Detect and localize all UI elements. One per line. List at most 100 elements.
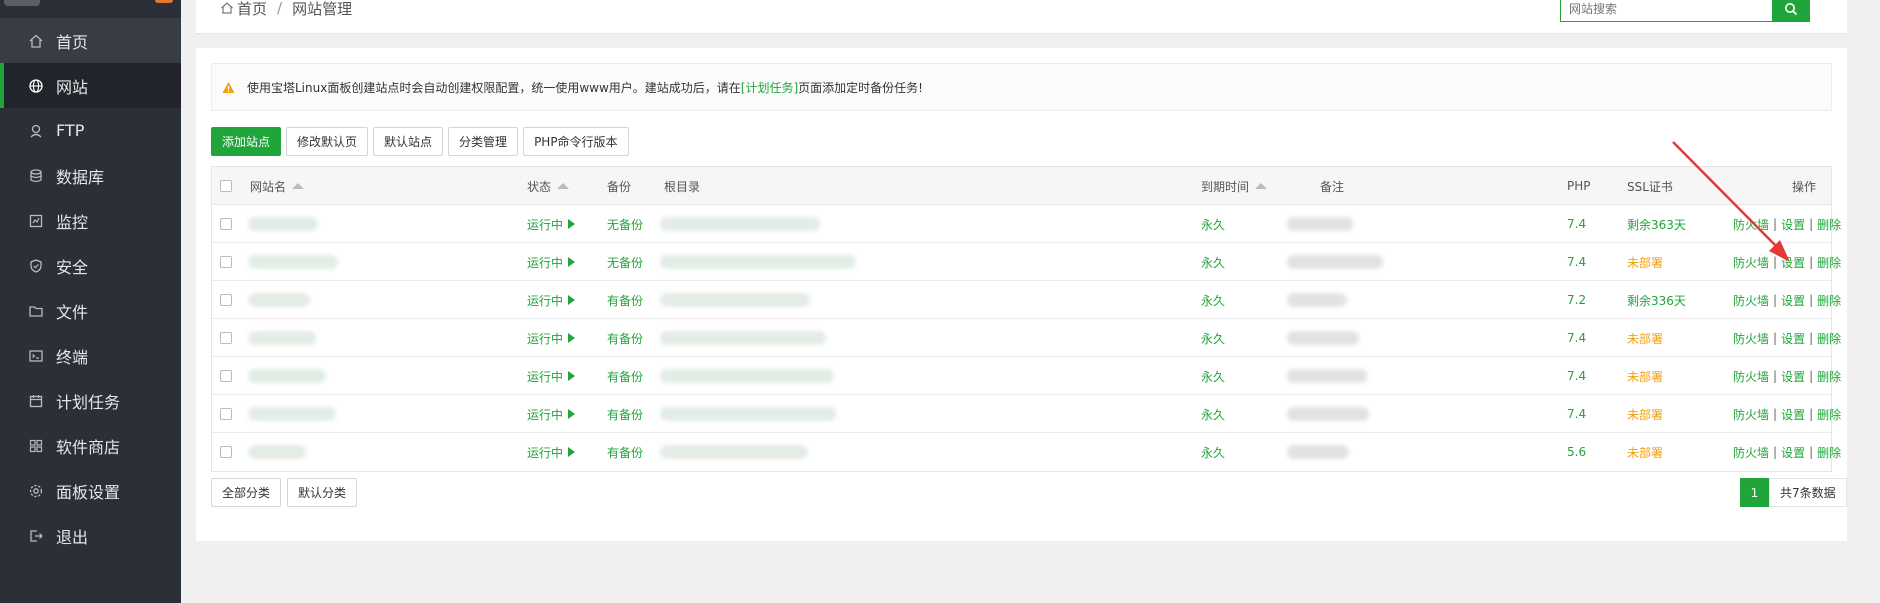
ssl-status[interactable]: 剩余336天	[1627, 281, 1686, 319]
site-name-redacted[interactable]	[248, 293, 310, 307]
php-cli-version-button[interactable]: PHP命令行版本	[523, 127, 629, 156]
add-site-button[interactable]: 添加站点	[211, 127, 282, 156]
delete-link[interactable]: 删除	[1817, 368, 1841, 385]
sidebar-item-settings[interactable]: 面板设置	[0, 468, 181, 513]
search-button[interactable]	[1772, 0, 1810, 22]
expire-date[interactable]: 永久	[1201, 395, 1225, 433]
default-site-button[interactable]: 默认站点	[373, 127, 444, 156]
ssl-status[interactable]: 剩余363天	[1627, 205, 1686, 243]
firewall-link[interactable]: 防火墙	[1733, 292, 1769, 309]
sidebar-item-cron[interactable]: 计划任务	[0, 378, 181, 423]
root-dir-redacted[interactable]	[660, 407, 836, 421]
row-checkbox[interactable]	[220, 408, 232, 420]
settings-link[interactable]: 设置	[1781, 254, 1805, 271]
settings-link[interactable]: 设置	[1781, 444, 1805, 461]
breadcrumb-home[interactable]: 首页	[237, 0, 267, 19]
col-status[interactable]: 状态	[527, 167, 570, 205]
status-running[interactable]: 运行中	[527, 281, 576, 319]
sidebar-item-security[interactable]: 安全	[0, 243, 181, 288]
expire-date[interactable]: 永久	[1201, 243, 1225, 281]
php-version[interactable]: 7.4	[1567, 243, 1586, 281]
expire-date[interactable]: 永久	[1201, 319, 1225, 357]
firewall-link[interactable]: 防火墙	[1733, 254, 1769, 271]
sidebar-item-ftp[interactable]: FTP	[0, 108, 181, 153]
sidebar-item-home[interactable]: 首页	[0, 18, 181, 63]
root-dir-redacted[interactable]	[660, 369, 834, 383]
ssl-status[interactable]: 未部署	[1627, 433, 1663, 471]
php-version[interactable]: 5.6	[1567, 433, 1586, 471]
site-name-redacted[interactable]	[248, 255, 338, 269]
sidebar-item-files[interactable]: 文件	[0, 288, 181, 333]
site-name-redacted[interactable]	[248, 369, 326, 383]
settings-link[interactable]: 设置	[1781, 292, 1805, 309]
ssl-status[interactable]: 未部署	[1627, 395, 1663, 433]
firewall-link[interactable]: 防火墙	[1733, 406, 1769, 423]
php-version[interactable]: 7.4	[1567, 357, 1586, 395]
delete-link[interactable]: 删除	[1817, 216, 1841, 233]
delete-link[interactable]: 删除	[1817, 254, 1841, 271]
sidebar-item-website[interactable]: 网站	[0, 63, 181, 108]
row-checkbox[interactable]	[220, 256, 232, 268]
backup-status[interactable]: 有备份	[607, 395, 643, 433]
row-checkbox[interactable]	[220, 218, 232, 230]
row-checkbox[interactable]	[220, 370, 232, 382]
sidebar-item-store[interactable]: 软件商店	[0, 423, 181, 468]
col-name[interactable]: 网站名	[250, 167, 305, 205]
status-running[interactable]: 运行中	[527, 205, 576, 243]
select-all-checkbox[interactable]	[220, 180, 232, 192]
ssl-status[interactable]: 未部署	[1627, 357, 1663, 395]
backup-status[interactable]: 无备份	[607, 205, 643, 243]
remark-redacted[interactable]	[1287, 331, 1359, 345]
row-checkbox[interactable]	[220, 332, 232, 344]
cron-link[interactable]: [计划任务]	[741, 79, 798, 96]
sidebar-item-database[interactable]: 数据库	[0, 153, 181, 198]
backup-status[interactable]: 有备份	[607, 433, 643, 471]
default-category-button[interactable]: 默认分类	[287, 478, 358, 507]
php-version[interactable]: 7.4	[1567, 205, 1586, 243]
remark-redacted[interactable]	[1287, 255, 1383, 269]
ssl-status[interactable]: 未部署	[1627, 319, 1663, 357]
root-dir-redacted[interactable]	[660, 445, 808, 459]
col-expire[interactable]: 到期时间	[1201, 167, 1268, 205]
delete-link[interactable]: 删除	[1817, 406, 1841, 423]
firewall-link[interactable]: 防火墙	[1733, 330, 1769, 347]
root-dir-redacted[interactable]	[660, 331, 826, 345]
php-version[interactable]: 7.4	[1567, 395, 1586, 433]
site-name-redacted[interactable]	[248, 217, 318, 231]
settings-link[interactable]: 设置	[1781, 368, 1805, 385]
site-name-redacted[interactable]	[248, 407, 336, 421]
site-name-redacted[interactable]	[248, 445, 306, 459]
php-version[interactable]: 7.4	[1567, 319, 1586, 357]
php-version[interactable]: 7.2	[1567, 281, 1586, 319]
backup-status[interactable]: 有备份	[607, 281, 643, 319]
all-categories-button[interactable]: 全部分类	[211, 478, 282, 507]
settings-link[interactable]: 设置	[1781, 330, 1805, 347]
remark-redacted[interactable]	[1287, 293, 1347, 307]
root-dir-redacted[interactable]	[660, 293, 810, 307]
remark-redacted[interactable]	[1287, 369, 1367, 383]
status-running[interactable]: 运行中	[527, 357, 576, 395]
settings-link[interactable]: 设置	[1781, 406, 1805, 423]
site-name-redacted[interactable]	[248, 331, 316, 345]
status-running[interactable]: 运行中	[527, 319, 576, 357]
delete-link[interactable]: 删除	[1817, 292, 1841, 309]
ssl-status[interactable]: 未部署	[1627, 243, 1663, 281]
category-manage-button[interactable]: 分类管理	[448, 127, 519, 156]
expire-date[interactable]: 永久	[1201, 357, 1225, 395]
sidebar-item-terminal[interactable]: 终端	[0, 333, 181, 378]
remark-redacted[interactable]	[1287, 445, 1349, 459]
status-running[interactable]: 运行中	[527, 395, 576, 433]
edit-default-page-button[interactable]: 修改默认页	[286, 127, 369, 156]
delete-link[interactable]: 删除	[1817, 444, 1841, 461]
root-dir-redacted[interactable]	[660, 217, 820, 231]
remark-redacted[interactable]	[1287, 217, 1353, 231]
row-checkbox[interactable]	[220, 294, 232, 306]
remark-redacted[interactable]	[1287, 407, 1369, 421]
row-checkbox[interactable]	[220, 446, 232, 458]
delete-link[interactable]: 删除	[1817, 330, 1841, 347]
backup-status[interactable]: 有备份	[607, 319, 643, 357]
notification-badge[interactable]	[155, 0, 173, 3]
sidebar-item-logout[interactable]: 退出	[0, 513, 181, 558]
backup-status[interactable]: 有备份	[607, 357, 643, 395]
expire-date[interactable]: 永久	[1201, 433, 1225, 471]
